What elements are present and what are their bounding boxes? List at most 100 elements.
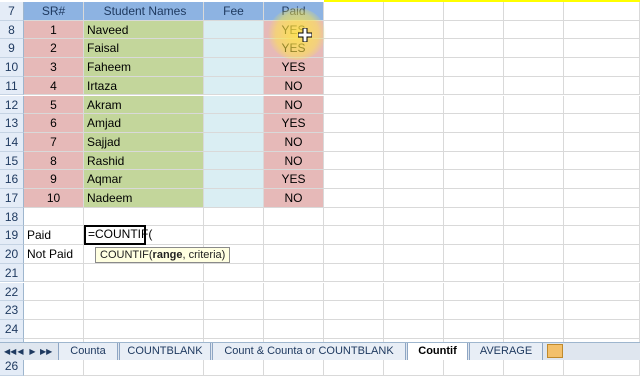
cell[interactable] [84, 263, 204, 283]
cell[interactable] [84, 319, 204, 339]
cell[interactable] [24, 207, 84, 227]
fee-cell[interactable] [204, 58, 264, 77]
sr-cell[interactable]: 3 [24, 58, 84, 77]
next-sheet-button[interactable]: ▶ [28, 346, 37, 357]
cell[interactable] [24, 357, 84, 376]
cell[interactable] [564, 301, 640, 320]
cell[interactable] [504, 245, 564, 264]
cell[interactable] [444, 357, 504, 376]
first-sheet-button[interactable]: ◀◀ [4, 346, 16, 357]
row-header[interactable]: 9 [0, 39, 24, 59]
cell[interactable] [384, 39, 444, 59]
cell[interactable] [444, 39, 504, 59]
cell[interactable] [384, 2, 444, 21]
row-header[interactable]: 24 [0, 319, 24, 339]
cell[interactable] [504, 132, 564, 152]
row-header[interactable]: 18 [0, 207, 24, 227]
fee-cell[interactable] [204, 39, 264, 59]
cell[interactable] [444, 151, 504, 171]
cell[interactable] [564, 207, 640, 227]
cell[interactable] [564, 58, 640, 77]
cell[interactable] [444, 226, 504, 246]
worksheet-grid[interactable]: 7SR#Student NamesFeePaid81NaveedYES92Fai… [0, 0, 640, 376]
cell[interactable] [504, 76, 564, 96]
cell[interactable] [324, 114, 384, 133]
student-name-cell[interactable]: Aqmar [84, 170, 204, 189]
cell[interactable] [504, 39, 564, 59]
cell[interactable] [504, 2, 564, 21]
cell[interactable] [504, 151, 564, 171]
cell[interactable] [504, 58, 564, 77]
cell[interactable] [324, 263, 384, 283]
cell[interactable] [504, 207, 564, 227]
cell[interactable] [504, 319, 564, 339]
cell[interactable] [504, 114, 564, 133]
cell[interactable] [384, 245, 444, 264]
cell[interactable] [384, 357, 444, 376]
cell[interactable] [324, 76, 384, 96]
sr-cell[interactable]: 10 [24, 189, 84, 208]
student-name-cell[interactable]: Sajjad [84, 132, 204, 152]
cell[interactable] [264, 357, 324, 376]
cell[interactable] [504, 263, 564, 283]
cell[interactable] [324, 357, 384, 376]
sheet-tab[interactable]: Counta [58, 343, 118, 360]
cell[interactable] [324, 95, 384, 115]
cell[interactable] [384, 170, 444, 189]
row-header[interactable]: 13 [0, 114, 24, 133]
cell[interactable] [564, 189, 640, 208]
cell[interactable] [264, 245, 324, 264]
last-sheet-button[interactable]: ▶▶ [40, 346, 52, 357]
cell[interactable] [504, 301, 564, 320]
cell[interactable] [384, 132, 444, 152]
row-header[interactable]: 10 [0, 58, 24, 77]
cell[interactable] [444, 114, 504, 133]
cell[interactable] [384, 20, 444, 40]
cell[interactable] [444, 95, 504, 115]
cell[interactable] [324, 189, 384, 208]
paid-cell[interactable]: YES [264, 58, 324, 77]
cell[interactable] [444, 2, 504, 21]
fee-cell[interactable] [204, 114, 264, 133]
fee-cell[interactable] [204, 170, 264, 189]
paid-cell[interactable]: NO [264, 95, 324, 115]
cell[interactable] [324, 282, 384, 302]
row-header[interactable]: 20 [0, 245, 24, 264]
cell[interactable] [564, 357, 640, 376]
paid-cell[interactable]: NO [264, 189, 324, 208]
cell[interactable] [444, 263, 504, 283]
student-name-cell[interactable]: Rashid [84, 151, 204, 171]
cell[interactable] [384, 226, 444, 246]
sr-cell[interactable]: 1 [24, 20, 84, 40]
cell[interactable] [384, 114, 444, 133]
cell[interactable] [444, 245, 504, 264]
cell[interactable] [564, 132, 640, 152]
cell[interactable] [384, 76, 444, 96]
cell[interactable] [384, 95, 444, 115]
cell[interactable] [204, 301, 264, 320]
row-header[interactable]: 21 [0, 263, 24, 283]
fee-cell[interactable] [204, 95, 264, 115]
sr-cell[interactable]: 2 [24, 39, 84, 59]
cell[interactable] [264, 319, 324, 339]
cell[interactable] [444, 132, 504, 152]
cell[interactable] [324, 245, 384, 264]
cell[interactable] [384, 58, 444, 77]
cell[interactable] [564, 76, 640, 96]
row-header[interactable]: 19 [0, 226, 24, 246]
cell[interactable] [564, 319, 640, 339]
cell[interactable] [264, 207, 324, 227]
fee-cell[interactable] [204, 76, 264, 96]
row-header[interactable]: 11 [0, 76, 24, 96]
cell[interactable] [384, 282, 444, 302]
cell[interactable] [324, 151, 384, 171]
cell[interactable] [564, 39, 640, 59]
fee-cell[interactable] [204, 151, 264, 171]
student-name-cell[interactable]: Faheem [84, 58, 204, 77]
cell[interactable] [204, 226, 264, 246]
cell[interactable] [324, 132, 384, 152]
student-name-cell[interactable]: Irtaza [84, 76, 204, 96]
cell[interactable] [384, 263, 444, 283]
cell[interactable] [84, 301, 204, 320]
cell[interactable] [324, 170, 384, 189]
